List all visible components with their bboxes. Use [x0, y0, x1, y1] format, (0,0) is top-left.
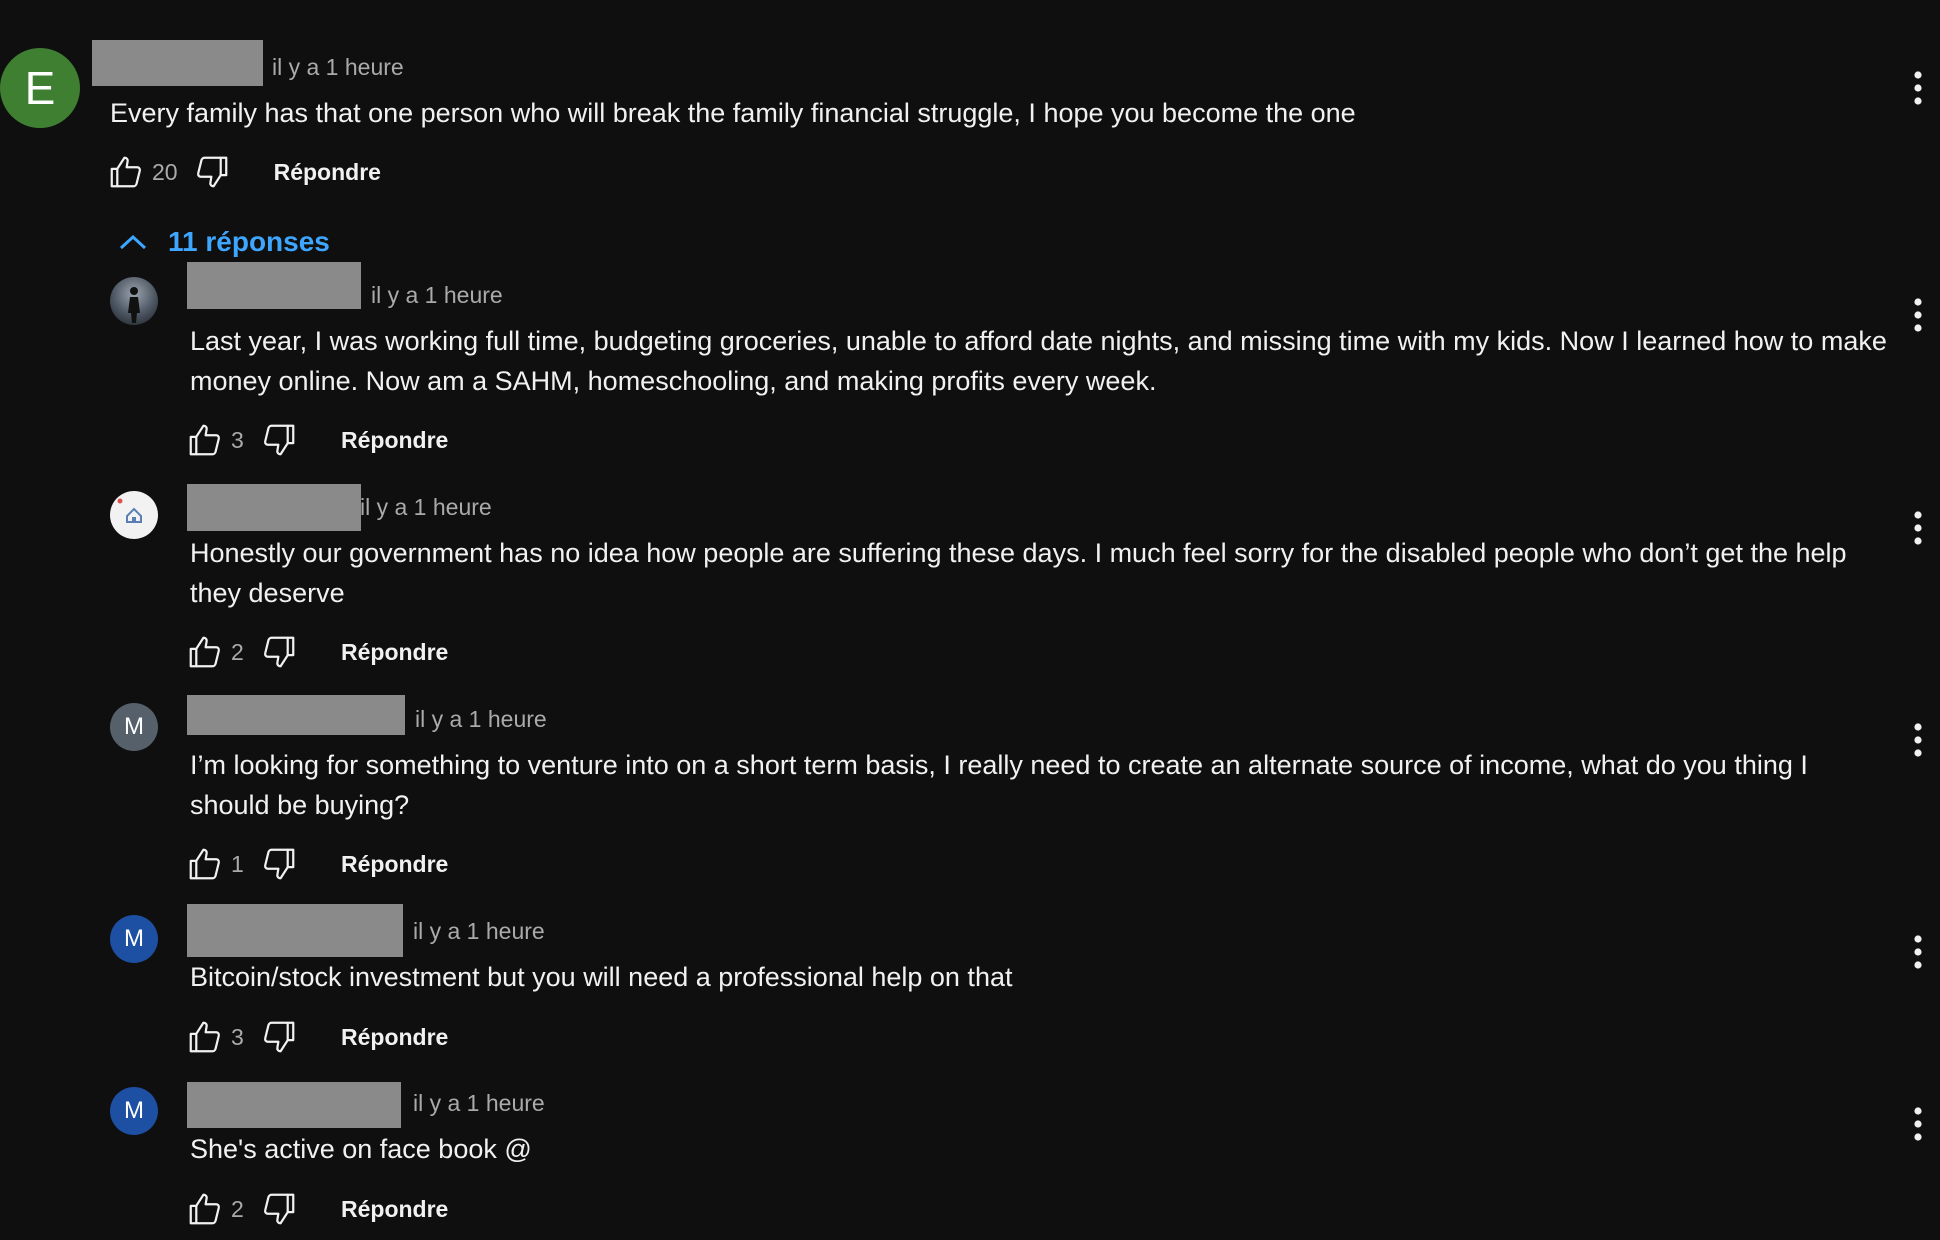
comment-actions: 1 Répondre	[183, 842, 448, 886]
avatar-letter: M	[124, 713, 144, 740]
username-redacted[interactable]	[187, 1082, 401, 1128]
like-count: 1	[231, 850, 244, 877]
more-vert-icon[interactable]	[1900, 718, 1936, 762]
comment-text: Bitcoin/stock investment but you will ne…	[190, 962, 1013, 992]
comment-text: Every family has that one person who wil…	[110, 98, 1356, 128]
reply-comment: M il y a 1 heure I’m looking for somethi…	[0, 690, 1940, 900]
thumb-up-icon[interactable]	[183, 1187, 227, 1231]
reply-comment: il y a 1 heure Honestly our government h…	[0, 478, 1940, 688]
comment-text: Honestly our government has no idea how …	[190, 538, 1847, 608]
like-count: 20	[152, 158, 178, 185]
avatar[interactable]: M	[110, 915, 158, 963]
avatar-letter: M	[124, 925, 144, 952]
like-count: 2	[231, 1195, 244, 1222]
comment-actions: 2 Répondre	[183, 1187, 448, 1231]
thumb-down-icon[interactable]	[257, 418, 301, 462]
thumb-up-icon[interactable]	[104, 150, 148, 194]
reply-button[interactable]: Répondre	[274, 159, 381, 186]
thumb-up-icon[interactable]	[183, 1015, 227, 1059]
thumb-up-icon[interactable]	[183, 418, 227, 462]
comment-text: Last year, I was working full time, budg…	[190, 326, 1887, 396]
replies-count-label: 11 réponses	[168, 226, 330, 257]
username-redacted[interactable]	[187, 262, 361, 309]
thumb-down-icon[interactable]	[257, 842, 301, 886]
more-vert-icon[interactable]	[1900, 1102, 1936, 1146]
more-vert-icon[interactable]	[1900, 930, 1936, 974]
thumb-down-icon[interactable]	[257, 1187, 301, 1231]
more-vert-icon[interactable]	[1900, 66, 1936, 110]
chevron-up-icon	[119, 234, 147, 250]
avatar[interactable]	[110, 491, 158, 539]
username-redacted[interactable]	[187, 904, 403, 957]
reply-button[interactable]: Répondre	[341, 1024, 448, 1051]
person-silhouette-icon	[128, 287, 140, 323]
more-vert-icon[interactable]	[1900, 506, 1936, 550]
like-count: 3	[231, 426, 244, 453]
thumb-down-icon[interactable]	[257, 1015, 301, 1059]
reply-button[interactable]: Répondre	[341, 639, 448, 666]
avatar[interactable]	[110, 277, 158, 325]
reply-comment: M il y a 1 heure Bitcoin/stock investmen…	[0, 902, 1940, 1072]
username-redacted[interactable]	[187, 695, 405, 735]
comment-timestamp[interactable]: il y a 1 heure	[272, 54, 404, 81]
thumb-down-icon[interactable]	[257, 630, 301, 674]
avatar[interactable]: E	[0, 48, 80, 128]
reply-button[interactable]: Répondre	[341, 851, 448, 878]
like-count: 3	[231, 1023, 244, 1050]
thumb-down-icon[interactable]	[190, 150, 234, 194]
reply-comment: il y a 1 heure Last year, I was working …	[0, 255, 1940, 465]
comment-actions: 3 Répondre	[183, 418, 448, 462]
like-count: 2	[231, 638, 244, 665]
thumb-up-icon[interactable]	[183, 842, 227, 886]
username-redacted[interactable]	[187, 484, 361, 531]
comment-timestamp[interactable]: il y a 1 heure	[360, 494, 492, 521]
more-vert-icon[interactable]	[1900, 293, 1936, 337]
comment-actions: 3 Répondre	[183, 1015, 448, 1059]
comment-actions: 2 Répondre	[183, 630, 448, 674]
reply-button[interactable]: Répondre	[341, 1196, 448, 1223]
comment-text: She's active on face book @	[190, 1134, 532, 1164]
comment-timestamp[interactable]: il y a 1 heure	[413, 918, 545, 945]
username-redacted[interactable]	[92, 40, 263, 86]
thumb-up-icon[interactable]	[183, 630, 227, 674]
comment-timestamp[interactable]: il y a 1 heure	[413, 1090, 545, 1117]
comment-timestamp[interactable]: il y a 1 heure	[415, 706, 547, 733]
comment-timestamp[interactable]: il y a 1 heure	[371, 282, 503, 309]
comment-actions: 20 Répondre	[104, 150, 381, 194]
reply-comment: M il y a 1 heure She's active on face bo…	[0, 1074, 1940, 1240]
avatar-letter: M	[124, 1097, 144, 1124]
comment-text: I’m looking for something to venture int…	[190, 750, 1808, 820]
house-logo-icon	[117, 498, 142, 523]
avatar[interactable]: M	[110, 1087, 158, 1135]
avatar[interactable]: M	[110, 703, 158, 751]
main-comment: E il y a 1 heure Every family has that o…	[0, 0, 1940, 210]
reply-button[interactable]: Répondre	[341, 427, 448, 454]
avatar-letter: E	[24, 62, 56, 114]
